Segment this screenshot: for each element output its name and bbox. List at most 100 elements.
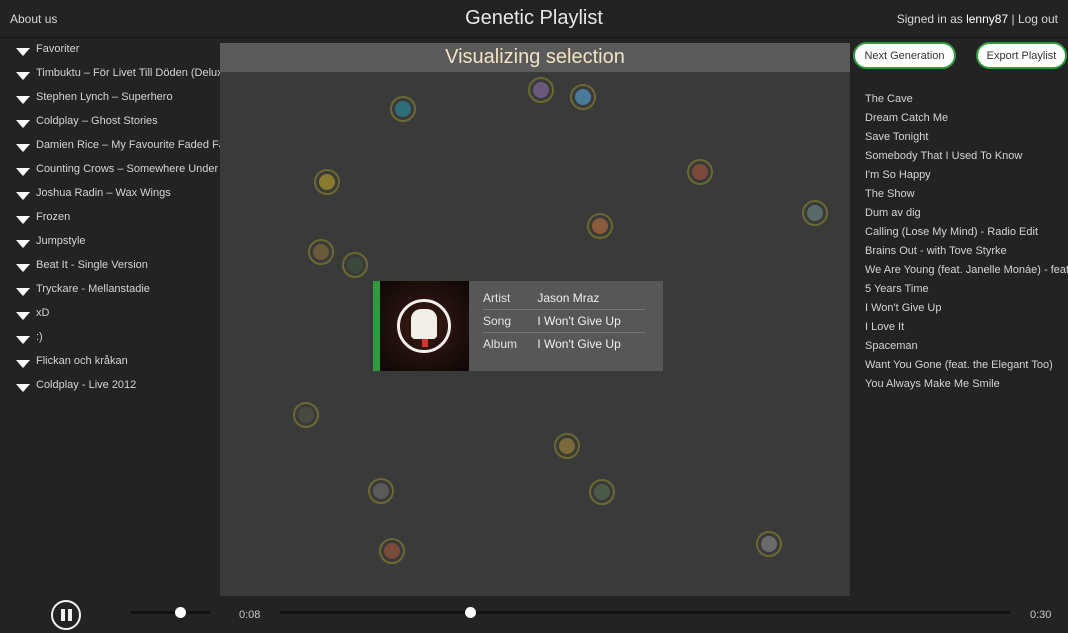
playlist-item[interactable]: Counting Crows – Somewhere Under Wonderl… bbox=[0, 159, 220, 183]
bubble-9[interactable] bbox=[342, 252, 368, 278]
playlist-item[interactable]: Frozen bbox=[0, 207, 220, 231]
bubble-11[interactable] bbox=[554, 433, 580, 459]
expand-triangle-icon[interactable] bbox=[16, 72, 30, 80]
playlist-item[interactable]: xD bbox=[0, 303, 220, 327]
expand-triangle-icon[interactable] bbox=[16, 336, 30, 344]
bubble-cover-icon bbox=[761, 536, 777, 552]
bubble-cover-icon bbox=[384, 543, 400, 559]
song-item[interactable]: The Show bbox=[865, 186, 1068, 205]
pause-icon bbox=[61, 609, 65, 621]
song-item[interactable]: I Won't Give Up bbox=[865, 300, 1068, 319]
expand-triangle-icon[interactable] bbox=[16, 264, 30, 272]
playlist-item[interactable]: Timbuktu – För Livet Till Döden (Deluxe) bbox=[0, 63, 220, 87]
playlist-item[interactable]: Favoriter bbox=[0, 39, 220, 63]
song-row: Song I Won't Give Up bbox=[483, 310, 645, 333]
bubble-14[interactable] bbox=[379, 538, 405, 564]
selected-accent-bar bbox=[373, 281, 380, 371]
bubble-12[interactable] bbox=[368, 478, 394, 504]
album-row: Album I Won't Give Up bbox=[483, 333, 645, 356]
album-cover bbox=[380, 281, 469, 371]
song-item[interactable]: Spaceman bbox=[865, 338, 1068, 357]
song-key: Song bbox=[483, 314, 512, 328]
playlist-item[interactable]: Coldplay - Live 2012 bbox=[0, 375, 220, 399]
bubble-13[interactable] bbox=[589, 479, 615, 505]
bubble-cover-icon bbox=[533, 82, 549, 98]
playlist-label: Damien Rice – My Favourite Faded Fantasy bbox=[36, 139, 220, 151]
seek-bar-track[interactable] bbox=[280, 611, 1010, 614]
bubble-5[interactable] bbox=[687, 159, 713, 185]
bubble-2[interactable] bbox=[528, 77, 554, 103]
song-item[interactable]: I Love It bbox=[865, 319, 1068, 338]
song-item[interactable]: The Cave bbox=[865, 91, 1068, 110]
playlist-item[interactable]: Damien Rice – My Favourite Faded Fantasy bbox=[0, 135, 220, 159]
selected-track-card[interactable]: Artist Jason Mraz Song I Won't Give Up A… bbox=[373, 281, 663, 371]
song-item[interactable]: Dum av dig bbox=[865, 205, 1068, 224]
bubble-15[interactable] bbox=[756, 531, 782, 557]
song-item[interactable]: We Are Young (feat. Janelle Monáe) - fea… bbox=[865, 262, 1068, 281]
logout-link[interactable]: Log out bbox=[1018, 12, 1058, 26]
generation-panel: Next Generation Export Playlist The Cave… bbox=[850, 39, 1068, 596]
bubble-7[interactable] bbox=[587, 213, 613, 239]
song-item[interactable]: Want You Gone (feat. the Elegant Too) bbox=[865, 357, 1068, 376]
playlist-label: Timbuktu – För Livet Till Döden (Deluxe) bbox=[36, 67, 220, 79]
playlist-item[interactable]: Coldplay – Ghost Stories bbox=[0, 111, 220, 135]
bubble-1[interactable] bbox=[390, 96, 416, 122]
bubble-cover-icon bbox=[575, 89, 591, 105]
bubble-10[interactable] bbox=[293, 402, 319, 428]
song-item[interactable]: Calling (Lose My Mind) - Radio Edit bbox=[865, 224, 1068, 243]
expand-triangle-icon[interactable] bbox=[16, 96, 30, 104]
playlist-item[interactable]: :) bbox=[0, 327, 220, 351]
bubble-6[interactable] bbox=[802, 200, 828, 226]
playlist-label: Favoriter bbox=[36, 43, 80, 55]
cover-red-mark-icon bbox=[422, 339, 428, 347]
expand-triangle-icon[interactable] bbox=[16, 144, 30, 152]
export-playlist-button[interactable]: Export Playlist bbox=[976, 42, 1067, 69]
expand-triangle-icon[interactable] bbox=[16, 48, 30, 56]
song-item[interactable]: You Always Make Me Smile bbox=[865, 376, 1068, 395]
next-generation-button[interactable]: Next Generation bbox=[853, 42, 956, 69]
bubble-cover-icon bbox=[347, 257, 363, 273]
volume-slider-track[interactable] bbox=[130, 611, 210, 614]
song-item[interactable]: Brains Out - with Tove Styrke bbox=[865, 243, 1068, 262]
elapsed-time: 0:08 bbox=[239, 609, 261, 621]
playlist-label: Stephen Lynch – Superhero bbox=[36, 91, 173, 103]
expand-triangle-icon[interactable] bbox=[16, 384, 30, 392]
playlist-item[interactable]: Stephen Lynch – Superhero bbox=[0, 87, 220, 111]
playlist-label: Frozen bbox=[36, 211, 71, 223]
song-item[interactable]: 5 Years Time bbox=[865, 281, 1068, 300]
song-item[interactable]: Save Tonight bbox=[865, 129, 1068, 148]
expand-triangle-icon[interactable] bbox=[16, 360, 30, 368]
playlist-sidebar: Favoriter Timbuktu – För Livet Till Döden… bbox=[0, 39, 220, 596]
playlist-item[interactable]: Flickan och kråkan bbox=[0, 351, 220, 375]
expand-triangle-icon[interactable] bbox=[16, 312, 30, 320]
bubble-4[interactable] bbox=[314, 169, 340, 195]
expand-triangle-icon[interactable] bbox=[16, 288, 30, 296]
playlist-label: Beat It - Single Version bbox=[36, 259, 148, 271]
artist-key: Artist bbox=[483, 291, 511, 305]
bubble-cover-icon bbox=[594, 484, 610, 500]
playlist-label: Coldplay – Ghost Stories bbox=[36, 115, 158, 127]
volume-slider-knob[interactable] bbox=[174, 607, 186, 618]
song-item[interactable]: Dream Catch Me bbox=[865, 110, 1068, 129]
playlist-item[interactable]: Tryckare - Mellanstadie bbox=[0, 279, 220, 303]
song-value: I Won't Give Up bbox=[537, 314, 621, 328]
bubble-cover-icon bbox=[592, 218, 608, 234]
album-key: Album bbox=[483, 337, 518, 351]
playlist-item[interactable]: Beat It - Single Version bbox=[0, 255, 220, 279]
seek-bar-knob[interactable] bbox=[464, 607, 476, 618]
playlist-label: xD bbox=[36, 307, 50, 319]
song-item[interactable]: I'm So Happy bbox=[865, 167, 1068, 186]
playlist-item[interactable]: Jumpstyle bbox=[0, 231, 220, 255]
bubble-3[interactable] bbox=[570, 84, 596, 110]
expand-triangle-icon[interactable] bbox=[16, 120, 30, 128]
top-bar: About us Genetic Playlist Signed in as l… bbox=[0, 0, 1068, 38]
expand-triangle-icon[interactable] bbox=[16, 168, 30, 176]
pause-button[interactable] bbox=[51, 600, 81, 630]
expand-triangle-icon[interactable] bbox=[16, 192, 30, 200]
bubble-8[interactable] bbox=[308, 239, 334, 265]
expand-triangle-icon[interactable] bbox=[16, 216, 30, 224]
cover-figure-icon bbox=[411, 309, 437, 339]
song-item[interactable]: Somebody That I Used To Know bbox=[865, 148, 1068, 167]
expand-triangle-icon[interactable] bbox=[16, 240, 30, 248]
playlist-item[interactable]: Joshua Radin – Wax Wings bbox=[0, 183, 220, 207]
